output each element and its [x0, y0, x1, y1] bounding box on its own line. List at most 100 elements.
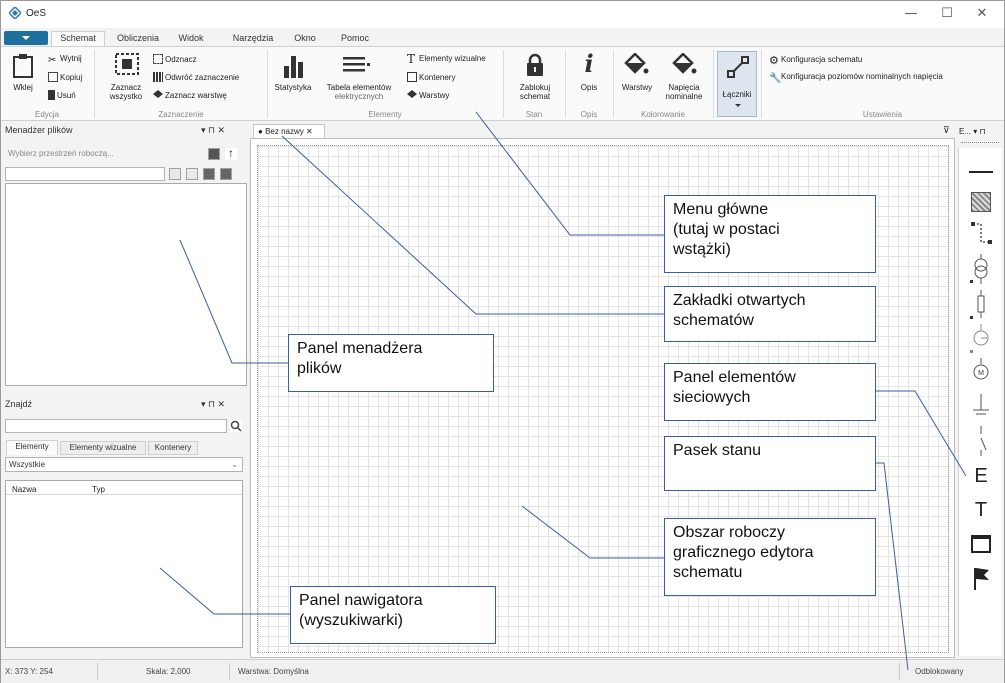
invert-selection-button[interactable]: Odwróć zaznaczenie	[153, 72, 239, 82]
element-table-button[interactable]: Tabela elementów elektrycznych	[319, 83, 399, 101]
lock-schema-button[interactable]: Zablokuj schemat	[509, 83, 561, 101]
schema-config-button[interactable]: ⚙ Konfiguracja schematu	[769, 55, 862, 67]
tab-obliczenia[interactable]: Obliczenia	[113, 32, 163, 46]
element-table-label-1: Tabela elementów	[326, 83, 392, 92]
document-tab[interactable]: ● Bez nazwy ✕	[253, 124, 325, 138]
line-element-icon[interactable]	[965, 158, 997, 188]
table-header: Nazwa Typ	[6, 481, 242, 495]
color-layers-button[interactable]: Warstwy	[617, 83, 657, 92]
results-table[interactable]: Nazwa Typ	[5, 480, 243, 648]
panel-controls[interactable]: ▾ ⊓ ✕	[201, 399, 225, 410]
table-list-icon	[343, 57, 370, 72]
lock-icon	[527, 53, 543, 76]
description-button[interactable]: Opis	[571, 83, 607, 92]
file-search-input[interactable]	[5, 167, 165, 181]
busbar-element-icon[interactable]	[965, 188, 997, 218]
maximize-button[interactable]: ☐	[932, 4, 962, 24]
paste-icon	[13, 54, 33, 78]
callout-workspace: Obszar roboczy graficznego edytora schem…	[664, 518, 876, 596]
fuse-element-icon[interactable]	[965, 290, 997, 320]
callout-line: schematów	[673, 312, 754, 329]
finder-header: Znajdź ▾ ⊓ ✕	[5, 399, 247, 413]
elements-panel: E... ▾ ⊓ M E T	[957, 124, 1004, 658]
containers-button[interactable]: Kontenery	[407, 72, 455, 82]
tab-pomoc[interactable]: Pomoc	[338, 32, 372, 46]
lock-label-1: Zablokuj	[519, 83, 551, 92]
element-table-label-2: elektrycznych	[334, 92, 384, 101]
cut-label: Wytnij	[60, 54, 82, 63]
document-tab-bar: ● Bez nazwy ✕ ⊽	[249, 124, 956, 138]
transformer-element-icon[interactable]	[965, 254, 997, 284]
select-layer-button[interactable]: Zaznacz warstwę	[153, 90, 227, 100]
tab-schemat[interactable]: Schemat	[51, 31, 105, 47]
text-element-e[interactable]: E	[965, 462, 997, 492]
switch-element-icon[interactable]	[965, 426, 997, 456]
tab-elements[interactable]: Elementy	[6, 440, 58, 455]
divider	[97, 663, 98, 680]
voltage-config-button[interactable]: 🔧Konfiguracja poziomów nominalnych napię…	[769, 72, 943, 84]
paint-bucket-icon	[624, 53, 649, 74]
connection-element-icon[interactable]	[965, 220, 997, 250]
container-element-icon[interactable]	[965, 530, 997, 560]
elements-panel-header[interactable]: E... ▾ ⊓	[959, 127, 986, 136]
paste-button[interactable]: Wklej	[7, 83, 39, 92]
column-header-type[interactable]: Typ	[92, 485, 105, 494]
expand-icon[interactable]	[220, 168, 232, 180]
select-all-button[interactable]: Zaznacz wszystko	[101, 83, 151, 101]
callout-line: Panel elementów	[673, 369, 796, 386]
elements-list: M E T	[958, 148, 1002, 656]
statistics-button[interactable]: Statystyka	[271, 83, 315, 92]
switches-dropdown-button[interactable]: Łączniki	[717, 51, 757, 117]
column-header-name[interactable]: Nazwa	[12, 485, 36, 494]
tab-widok[interactable]: Widok	[173, 32, 209, 46]
tab-narzedzia[interactable]: Narzędzia	[229, 32, 277, 46]
voltages-label-1: Napięcia	[668, 83, 700, 92]
voltage-config-label: Konfiguracja poziomów nominalnych napięc…	[781, 72, 943, 81]
tab-visual-elements[interactable]: Elementy wizualne	[60, 441, 146, 455]
color-voltages-button[interactable]: Napięcia nominalne	[659, 83, 709, 101]
copy-label: Kopiuj	[60, 73, 83, 82]
file-menu-button[interactable]	[4, 31, 48, 45]
layers-button[interactable]: Warstwy	[407, 90, 449, 100]
refresh-icon[interactable]	[186, 168, 198, 180]
open-folder-icon[interactable]	[208, 148, 220, 160]
workspace-select[interactable]: Wybierz przestrzeń roboczą...	[5, 147, 205, 162]
callout-line: wstążki)	[673, 241, 731, 258]
deselect-button[interactable]: Odznacz	[153, 54, 197, 64]
visual-elements-button[interactable]: T Elementy wizualne	[407, 53, 486, 65]
filter-dropdown[interactable]: Wszystkie ⌄	[5, 457, 243, 472]
dropdown-arrow-icon	[735, 104, 741, 107]
text-element-t[interactable]: T	[965, 496, 997, 526]
close-tab-icon[interactable]: ✕	[306, 127, 313, 136]
search-icon[interactable]	[169, 168, 181, 180]
collapse-icon[interactable]	[203, 168, 215, 180]
callout-line: Obszar roboczy	[673, 524, 786, 541]
group-label-opis: Opis	[580, 110, 598, 119]
close-button[interactable]: ✕	[967, 4, 997, 24]
callout-navigator: Panel nawigatora (wyszukiwarki)	[290, 586, 496, 644]
file-tree[interactable]	[5, 183, 247, 386]
tab-okno[interactable]: Okno	[291, 32, 319, 46]
copy-button[interactable]: Kopiuj	[48, 72, 82, 82]
motor-element-icon[interactable]: M	[965, 358, 997, 388]
group-separator	[94, 50, 95, 118]
statistics-icon	[284, 56, 303, 78]
callout-line: Zakładki otwartych	[673, 292, 806, 309]
group-label-ustawienia: Ustawienia	[862, 110, 903, 119]
flag-element-icon[interactable]	[965, 564, 997, 594]
up-arrow-icon[interactable]: ↑	[225, 147, 237, 160]
ground-element-icon[interactable]	[965, 392, 997, 422]
tab-containers[interactable]: Kontenery	[148, 441, 198, 455]
panel-controls[interactable]: ▾ ⊓ ✕	[201, 125, 225, 136]
deselect-label: Odznacz	[165, 55, 197, 64]
tab-menu-icon[interactable]: ⊽	[943, 125, 950, 136]
delete-button[interactable]: Usuń	[48, 90, 76, 100]
paint-bucket-icon	[672, 53, 697, 74]
generator-element-icon[interactable]	[965, 324, 997, 354]
lock-label-2: schemat	[519, 92, 551, 101]
minimize-button[interactable]: —	[896, 4, 926, 24]
finder-search-input[interactable]	[5, 419, 227, 433]
callout-main-menu: Menu główne (tutaj w postaci wstążki)	[664, 195, 876, 273]
cut-button[interactable]: ✂ Wytnij	[48, 54, 82, 66]
search-icon[interactable]	[230, 420, 242, 432]
